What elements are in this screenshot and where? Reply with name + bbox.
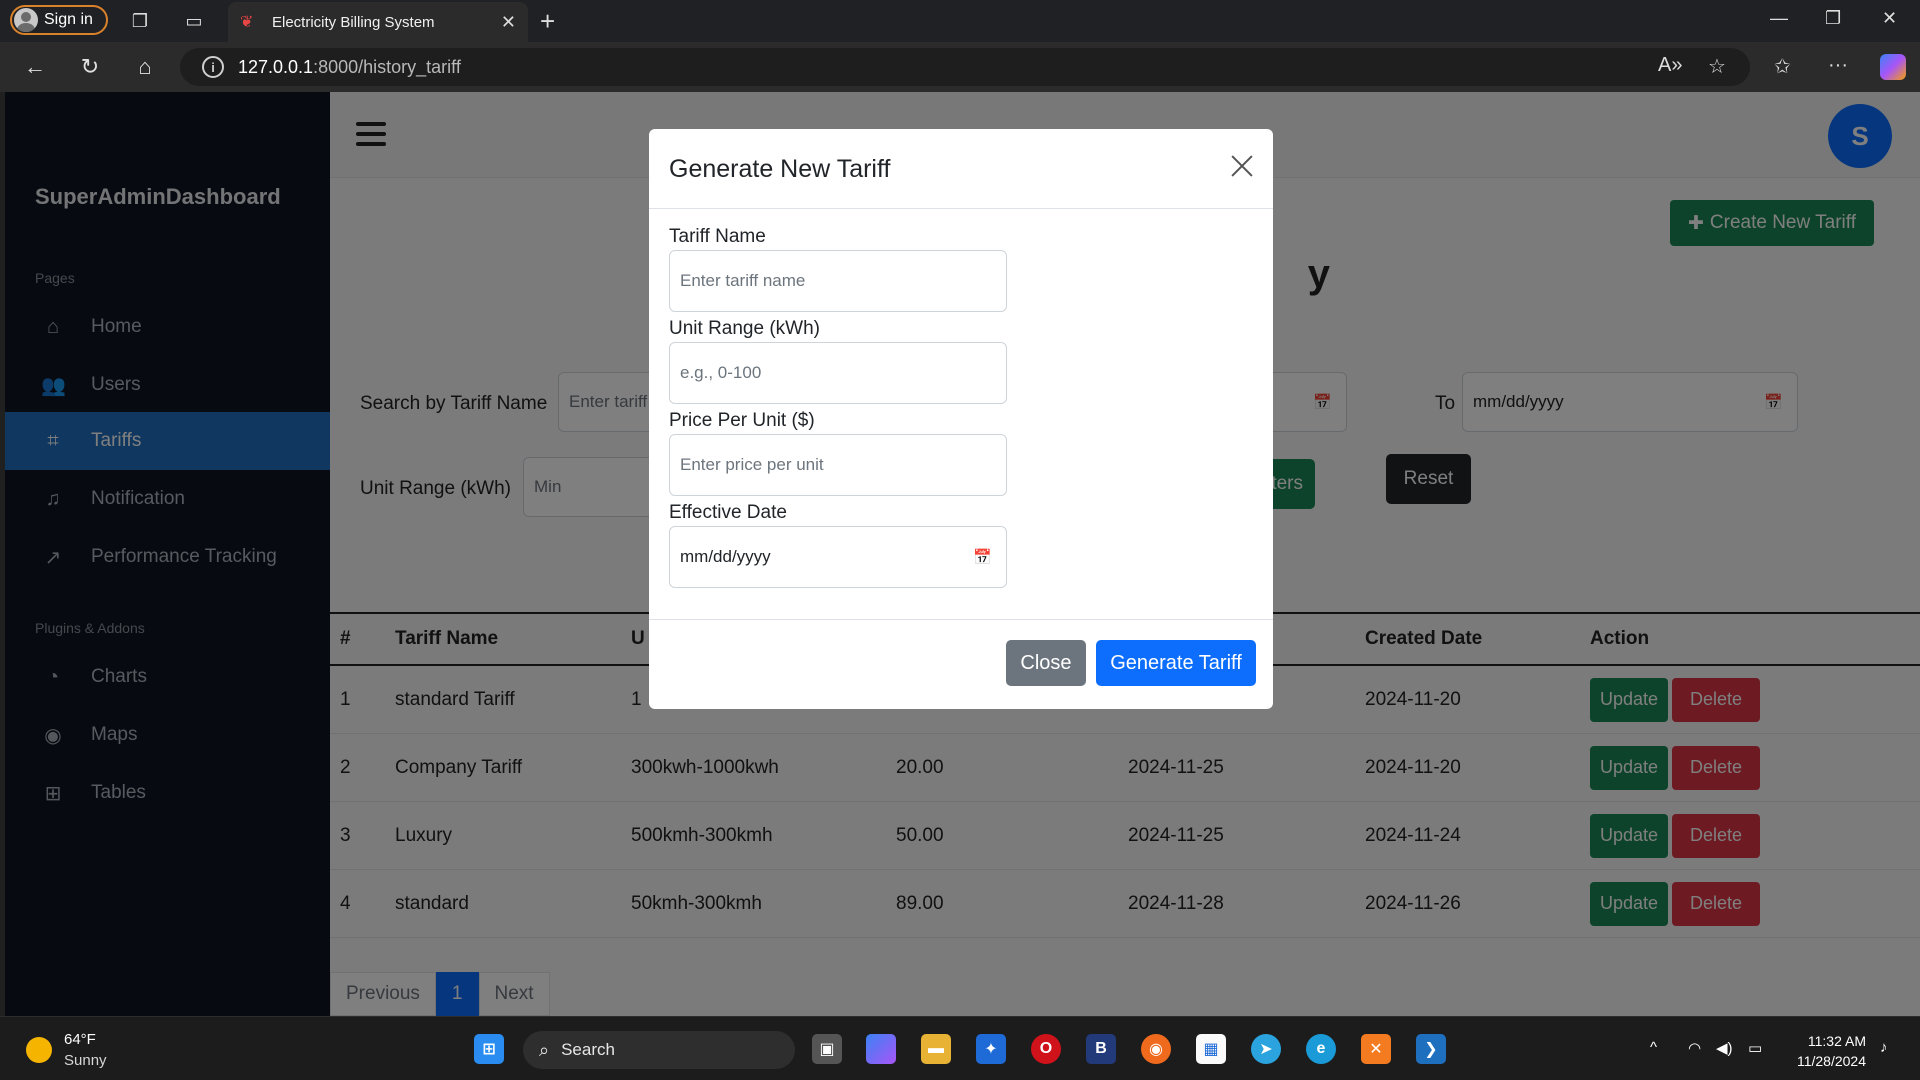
bootstrap-studio-icon[interactable]: B	[1086, 1034, 1116, 1064]
wifi-icon[interactable]: ◠	[1688, 1039, 1701, 1057]
copilot-app-icon[interactable]	[866, 1034, 896, 1064]
reload-icon[interactable]: ↻	[77, 54, 103, 80]
clock-time: 11:32 AM	[1807, 1033, 1866, 1049]
telegram-icon[interactable]: ➤	[1251, 1034, 1281, 1064]
effective-date-input[interactable]: mm/dd/yyyy 📅	[669, 526, 1007, 588]
clock-date: 11/28/2024	[1796, 1053, 1866, 1069]
modal-title: Generate New Tariff	[669, 155, 891, 183]
back-icon[interactable]: ←	[22, 54, 48, 80]
dropbox-icon[interactable]: ✦	[976, 1034, 1006, 1064]
clock[interactable]: 11:32 AM 11/28/2024	[1797, 1031, 1866, 1071]
profile-icon	[14, 8, 38, 32]
battery-icon[interactable]: ▭	[1748, 1039, 1762, 1057]
close-icon[interactable]	[1227, 151, 1257, 181]
xampp-icon[interactable]: ✕	[1361, 1034, 1391, 1064]
file-explorer-icon[interactable]: ▬	[921, 1034, 951, 1064]
site-info-icon[interactable]: i	[202, 56, 224, 78]
page-viewport: SuperAdminDashboard Pages ⌂ Home 👥 Users…	[5, 92, 1920, 1016]
weather-condition[interactable]: Sunny	[64, 1052, 107, 1069]
close-tab-icon[interactable]: ✕	[501, 12, 516, 33]
favorite-star-icon[interactable]: ☆	[1708, 54, 1726, 79]
taskbar: 64°F Sunny ⊞ ⌕ Search ▣ ▬ ✦ O B ◉ ▦ ➤ e …	[0, 1016, 1920, 1080]
tab-title: Electricity Billing System	[272, 13, 435, 31]
more-menu-icon[interactable]: ···	[1828, 54, 1848, 77]
windows-start-icon[interactable]: ⊞	[474, 1034, 504, 1064]
address-bar-row: ← ↻ ⌂ i 127.0.0.1 :8000/history_tariff A…	[0, 42, 1920, 92]
url-host: 127.0.0.1	[238, 56, 314, 77]
volume-icon[interactable]: ◀)	[1716, 1039, 1733, 1057]
url-field[interactable]: i 127.0.0.1 :8000/history_tariff	[180, 48, 1750, 86]
copilot-icon[interactable]	[1880, 54, 1906, 80]
notification-bell-icon[interactable]: ♪	[1880, 1039, 1888, 1056]
browser-tab-bar: Sign in ❐ ▭ ❦ Electricity Billing System…	[0, 0, 1920, 42]
generate-tariff-modal: Generate New Tariff Tariff Name Enter ta…	[649, 129, 1273, 709]
url-path: :8000/history_tariff	[313, 56, 461, 77]
weather-temp[interactable]: 64°F	[64, 1031, 96, 1048]
tab-actions-icon[interactable]: ▭	[182, 9, 206, 33]
tariff-name-input[interactable]: Enter tariff name	[669, 250, 1007, 312]
home-nav-icon[interactable]: ⌂	[132, 54, 158, 80]
search-icon: ⌕	[539, 1039, 550, 1060]
sign-in-button[interactable]: Sign in	[10, 5, 108, 35]
sun-icon[interactable]	[26, 1037, 52, 1063]
read-aloud-icon[interactable]: A»	[1658, 54, 1682, 77]
sign-in-label: Sign in	[44, 11, 93, 28]
taskbar-search[interactable]: ⌕ Search	[523, 1031, 795, 1069]
opera-icon[interactable]: O	[1031, 1034, 1061, 1064]
site-favicon-icon: ❦	[240, 14, 254, 31]
unit-range-label: Unit Range (kWh)	[669, 318, 820, 339]
calendar-icon[interactable]: 📅	[973, 548, 992, 566]
price-per-unit-label: Price Per Unit ($)	[669, 410, 815, 431]
modal-header: Generate New Tariff	[649, 129, 1273, 209]
minimize-icon[interactable]: —	[1770, 8, 1788, 29]
edge-icon[interactable]: e	[1306, 1034, 1336, 1064]
generate-tariff-button[interactable]: Generate Tariff	[1096, 640, 1256, 686]
store-icon[interactable]: ▦	[1196, 1034, 1226, 1064]
new-tab-icon[interactable]: +	[540, 6, 555, 37]
price-per-unit-input[interactable]: Enter price per unit	[669, 434, 1007, 496]
unit-range-input[interactable]: e.g., 0-100	[669, 342, 1007, 404]
close-button[interactable]: Close	[1006, 640, 1086, 686]
favorites-icon[interactable]: ✩	[1774, 54, 1791, 79]
effective-date-label: Effective Date	[669, 502, 787, 523]
task-view-icon[interactable]: ▣	[812, 1034, 842, 1064]
browser-tab[interactable]: ❦ Electricity Billing System ✕	[228, 2, 528, 42]
vscode-icon[interactable]: ❯	[1416, 1034, 1446, 1064]
taskbar-search-label: Search	[561, 1040, 615, 1059]
restore-icon[interactable]: ❐	[1825, 8, 1841, 29]
firefox-icon[interactable]: ◉	[1141, 1034, 1171, 1064]
chevron-up-icon[interactable]: ^	[1650, 1039, 1657, 1056]
modal-footer: Close Generate Tariff	[649, 619, 1273, 709]
workspaces-icon[interactable]: ❐	[128, 9, 152, 33]
window-close-icon[interactable]: ✕	[1882, 8, 1897, 29]
tariff-name-label: Tariff Name	[669, 226, 766, 247]
